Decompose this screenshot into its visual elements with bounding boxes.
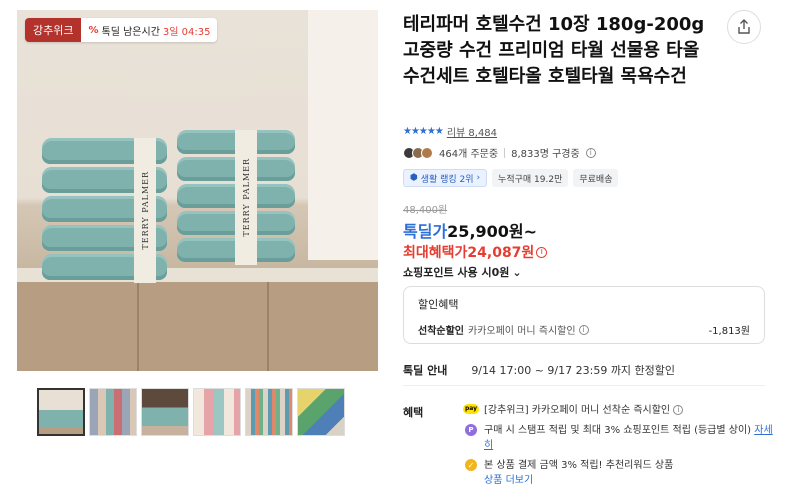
discount-amount: -1,813원: [708, 326, 750, 337]
deal-info: 톡딜 안내 9/14 17:00 ~ 9/17 23:59 까지 한정할인: [403, 364, 676, 377]
deal-value: 25,900원~: [447, 222, 538, 241]
point-icon: P: [465, 424, 477, 436]
deal-price: 톡딜가 25,900원~: [403, 218, 537, 242]
share-icon: [738, 19, 750, 34]
towel-stack-front: TERRY PALMER: [42, 138, 167, 283]
benefit-item: P 구매 시 스탬프 적립 및 최대 3% 쇼핑포인트 적립 (등급별 상이) …: [463, 423, 773, 453]
thumbnail-strip: [37, 388, 345, 436]
percent-icon: %: [88, 24, 99, 36]
divider: [403, 385, 765, 386]
product-main-image[interactable]: TERRY PALMER TERRY PALMER: [17, 10, 378, 371]
discount-box: 할인혜택 선착순할인 카카오페이 머니 즉시할인 i -1,813원: [403, 286, 765, 344]
orders-text: 464개 주문중: [439, 149, 499, 160]
kakaopay-icon: pay: [462, 404, 480, 414]
chevron-down-icon: ⌄: [512, 265, 522, 279]
thumbnail-1[interactable]: [37, 388, 85, 436]
discount-row: 선착순할인 카카오페이 머니 즉시할인 i -1,813원: [418, 322, 750, 337]
benefits-list: pay [강추위크] 카카오페이 머니 선착순 즉시할인 i P 구매 시 스탬…: [462, 403, 773, 487]
info-icon[interactable]: i: [585, 147, 596, 158]
info-icon[interactable]: i: [673, 404, 684, 415]
orders-row: 464개 주문중 8,833명 구경중 i: [403, 145, 596, 160]
viewers-text: 8,833명 구경중: [511, 149, 580, 160]
benefit-item: pay [강추위크] 카카오페이 머니 선착순 즉시할인 i: [462, 403, 773, 418]
rating-row: ★★★★★ 리뷰 8,484: [403, 124, 497, 139]
thumbnail-2[interactable]: [89, 388, 137, 436]
more-products-link[interactable]: 상품 더보기: [484, 475, 533, 486]
rank-chip[interactable]: ⬢ 생활 랭킹 2위 ›: [403, 169, 488, 187]
week-badge: 강추위크: [25, 18, 82, 42]
coin-icon: ✓: [465, 459, 477, 471]
thumbnail-6[interactable]: [297, 388, 345, 436]
towel-stack-back: TERRY PALMER: [177, 130, 295, 265]
info-icon[interactable]: i: [536, 246, 548, 258]
thumbnail-3[interactable]: [141, 388, 189, 436]
timer-badge: % 톡딜 남은시간 3일 04:35: [81, 18, 218, 42]
points-selector[interactable]: 쇼핑포인트 사용 시0원 ⌄: [403, 264, 522, 280]
shipping-chip: 무료배송: [573, 169, 619, 187]
cumulative-chip: 누적구매 19.2만: [492, 169, 569, 187]
thumbnail-4[interactable]: [193, 388, 241, 436]
cabinet: [17, 282, 378, 371]
chips-row: ⬢ 생활 랭킹 2위 › 누적구매 19.2만 무료배송: [403, 169, 619, 187]
deal-badge: 강추위크 % 톡딜 남은시간 3일 04:35: [25, 18, 218, 42]
deal-label: 톡딜가: [403, 222, 448, 241]
product-title: 테리파머 호텔수건 10장 180g-200g 고중량 수건 프리미엄 타월 선…: [403, 14, 705, 87]
review-link[interactable]: 리뷰 8,484: [447, 124, 497, 139]
max-benefit-price[interactable]: 최대혜택가24,087원 i: [403, 242, 548, 262]
discount-header: 할인혜택: [418, 298, 459, 311]
info-icon[interactable]: i: [578, 324, 589, 335]
window-light: [308, 10, 378, 260]
original-price: 48,400원: [403, 205, 448, 216]
benefit-item: ✓ 본 상품 결제 금액 3% 적립! 추천리워드 상품 상품 더보기: [463, 458, 773, 487]
buyer-avatars: [403, 146, 433, 159]
share-button[interactable]: [727, 10, 761, 44]
star-icon: ★★★★★: [403, 126, 444, 137]
benefits-label: 혜택: [403, 406, 424, 419]
thumbnail-5[interactable]: [245, 388, 293, 436]
